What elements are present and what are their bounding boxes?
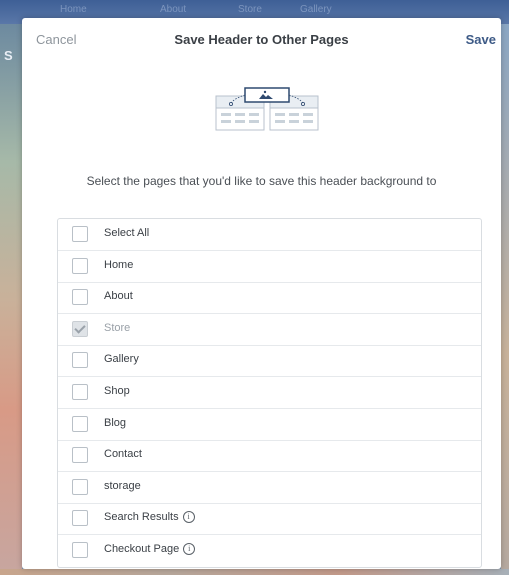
page-option-text: Store	[104, 321, 131, 334]
background-letter: S	[4, 48, 13, 63]
background-nav-item: Home	[60, 4, 87, 15]
info-icon[interactable]: i	[183, 543, 196, 555]
header-pages-illustration	[215, 87, 319, 131]
background-nav-item: Gallery	[300, 4, 332, 15]
page-option-select-all[interactable]: Select All	[58, 219, 481, 251]
checkbox[interactable]	[72, 289, 88, 306]
page-option-home[interactable]: Home	[58, 251, 481, 283]
checkbox[interactable]	[72, 352, 88, 369]
save-button[interactable]: Save	[466, 32, 496, 47]
page-option-text: Blog	[104, 416, 127, 429]
page-option-blog[interactable]: Blog	[58, 409, 481, 441]
checkbox[interactable]	[72, 226, 88, 242]
modal-title: Save Header to Other Pages	[174, 32, 349, 47]
page-option-text: Select All	[104, 227, 150, 239]
page-option-text: Gallery	[104, 353, 139, 366]
page-option-text: Home	[104, 258, 134, 271]
page-option-about[interactable]: About	[58, 282, 481, 315]
page-option-label: Shop	[104, 385, 130, 397]
checkbox[interactable]	[72, 257, 88, 274]
background-nav-item: About	[160, 4, 187, 15]
page-option-label: Contact	[104, 448, 142, 460]
checkbox[interactable]	[72, 415, 88, 432]
page-option-label: Checkout Page i	[104, 543, 196, 555]
page-option-label: storage	[104, 480, 141, 492]
checkbox[interactable]	[72, 478, 88, 495]
page-option-store: Store	[58, 314, 481, 346]
page-option-label: Select All	[104, 227, 149, 239]
page-option-shop[interactable]: Shop	[58, 377, 481, 409]
page-option-label: About	[104, 290, 133, 302]
page-option-text: Shop	[104, 385, 130, 397]
background-left-strip: S	[0, 24, 22, 575]
page-option-text: About	[104, 290, 133, 303]
info-icon[interactable]: i	[182, 511, 195, 524]
checkbox[interactable]	[72, 542, 88, 558]
page-option-storage[interactable]: storage	[58, 472, 481, 504]
checkbox[interactable]	[72, 447, 88, 464]
page-option-contact[interactable]: Contact	[58, 440, 481, 473]
page-option-search-results[interactable]: Search Results i	[58, 503, 481, 536]
checkbox[interactable]	[72, 510, 88, 527]
save-header-modal: Cancel Save Header to Other Pages Save S…	[22, 18, 501, 569]
page-option-label: Search Results i	[104, 511, 195, 524]
page-option-label: Store	[104, 322, 130, 334]
instruction-text: Select the pages that you'd like to save…	[86, 174, 437, 188]
page-checklist: Select All Home About Store Gallery Shop Blog C…	[57, 218, 482, 568]
background-nav-item: Store	[238, 4, 262, 15]
page-option-checkout-page[interactable]: Checkout Page i	[58, 535, 481, 566]
page-option-text: storage	[104, 479, 141, 492]
page-option-label: Gallery	[104, 353, 139, 365]
page-option-label: Home	[104, 259, 133, 271]
page-option-text: Checkout Page	[104, 543, 180, 555]
page-option-text: Search Results	[104, 511, 179, 524]
modal-header: Cancel Save Header to Other Pages Save	[22, 18, 501, 62]
background-right-strip	[501, 24, 509, 575]
page-option-text: Contact	[104, 448, 142, 461]
background-bottom-strip	[0, 569, 509, 575]
checkbox[interactable]	[72, 384, 88, 400]
page-option-gallery[interactable]: Gallery	[58, 345, 481, 378]
page-option-label: Blog	[104, 417, 126, 429]
checkbox	[72, 320, 88, 337]
